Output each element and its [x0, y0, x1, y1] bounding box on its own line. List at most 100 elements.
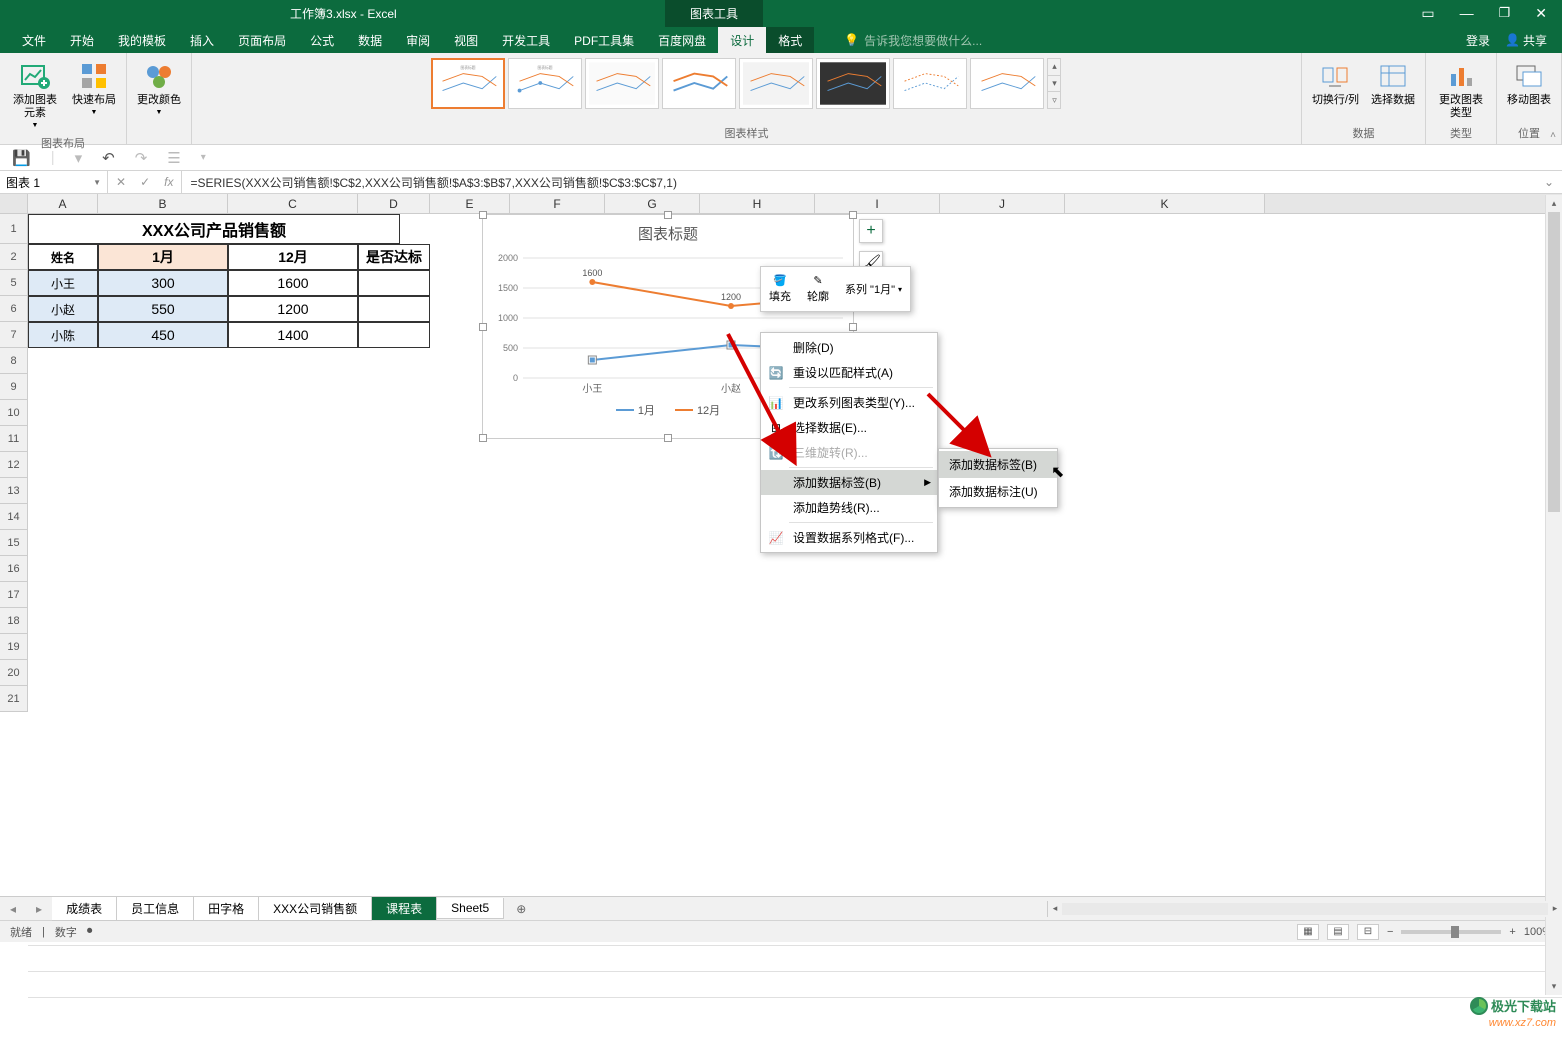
cm-format-series[interactable]: 📈设置数据系列格式(F)... [761, 525, 937, 550]
close-button[interactable]: ✕ [1535, 5, 1547, 22]
zoom-in-button[interactable]: + [1509, 926, 1515, 938]
change-colors-button[interactable]: 更改颜色▼ [133, 58, 185, 120]
tell-me-search[interactable]: 💡告诉我您想要做什么... [844, 27, 982, 53]
name-box[interactable]: 图表 1 ▼ [0, 171, 108, 193]
chart-style-6[interactable] [816, 58, 890, 109]
row-header[interactable]: 19 [0, 634, 28, 660]
cm-select-data[interactable]: ⊞选择数据(E)... [761, 415, 937, 440]
chart-style-7[interactable] [893, 58, 967, 109]
row-header[interactable]: 9 [0, 374, 28, 400]
collapse-ribbon-button[interactable]: ˄ [1550, 130, 1556, 141]
insert-function-icon[interactable]: fx [164, 175, 173, 189]
sheet-tab-scores[interactable]: 成绩表 [52, 897, 117, 921]
column-header[interactable]: B [98, 194, 228, 213]
page-break-view-button[interactable]: ⊟ [1357, 924, 1379, 940]
tab-pdftools[interactable]: PDF工具集 [562, 27, 646, 53]
tab-chart-format[interactable]: 格式 [766, 27, 814, 53]
sheet-tab-courses[interactable]: 课程表 [372, 897, 437, 920]
mini-fill-button[interactable]: 🪣填充 [761, 272, 799, 306]
name-box-dropdown-icon[interactable]: ▼ [93, 178, 101, 187]
row-header[interactable]: 11 [0, 426, 28, 452]
tab-baidudisk[interactable]: 百度网盘 [646, 27, 718, 53]
add-sheet-button[interactable]: ⊕ [504, 902, 538, 916]
sheet-tab-sheet5[interactable]: Sheet5 [437, 898, 504, 919]
horizontal-scrollbar[interactable]: ◂ ▸ [1047, 901, 1562, 917]
formula-cancel-icon[interactable]: ✕ [116, 175, 126, 189]
spreadsheet-grid[interactable]: ABCDEFGHIJK 1256789101112131415161718192… [0, 194, 1562, 896]
restore-button[interactable]: ❐ [1499, 5, 1511, 22]
ribbon-options-icon[interactable]: ▭ [1421, 5, 1434, 22]
formula-confirm-icon[interactable]: ✓ [140, 175, 150, 189]
scroll-up-icon[interactable]: ▴ [1546, 195, 1562, 212]
tab-developer[interactable]: 开发工具 [490, 27, 562, 53]
cell-achieved[interactable] [358, 296, 430, 322]
cm-reset-style[interactable]: 🔄重设以匹配样式(A) [761, 360, 937, 385]
tab-file[interactable]: 文件 [10, 27, 58, 53]
row-header[interactable]: 14 [0, 504, 28, 530]
switch-row-col-button[interactable]: 切换行/列 [1308, 58, 1363, 109]
cell-m1[interactable]: 550 [98, 296, 228, 322]
column-header[interactable]: C [228, 194, 358, 213]
chart-style-2[interactable]: 图表标题 [508, 58, 582, 109]
row-header[interactable]: 5 [0, 270, 28, 296]
cm-change-series-type[interactable]: 📊更改系列图表类型(Y)... [761, 390, 937, 415]
formula-bar-expand-icon[interactable]: ⌄ [1536, 175, 1562, 189]
row-header[interactable]: 17 [0, 582, 28, 608]
hscroll-left-icon[interactable]: ◂ [1048, 901, 1062, 917]
row-header[interactable]: 16 [0, 556, 28, 582]
cm-delete[interactable]: 删除(D) [761, 335, 937, 360]
cell-name[interactable]: 小陈 [28, 322, 98, 348]
sheet-tab-employees[interactable]: 员工信息 [117, 897, 194, 921]
row-header[interactable]: 7 [0, 322, 28, 348]
row-header[interactable]: 20 [0, 660, 28, 686]
table-title[interactable]: XXX公司产品销售额 [28, 214, 400, 244]
zoom-slider[interactable] [1401, 930, 1501, 934]
sheet-nav-prev[interactable]: ◂ [0, 902, 26, 916]
zoom-out-button[interactable]: − [1387, 926, 1393, 938]
sm-add-data-callouts[interactable]: 添加数据标注(U) [939, 478, 1057, 505]
column-header[interactable]: J [940, 194, 1065, 213]
cell-m1[interactable]: 300 [98, 270, 228, 296]
column-header[interactable]: G [605, 194, 700, 213]
chart-style-8[interactable] [970, 58, 1044, 109]
tab-chart-design[interactable]: 设计 [718, 27, 766, 53]
scroll-thumb[interactable] [1548, 212, 1560, 512]
cm-add-trendline[interactable]: 添加趋势线(R)... [761, 495, 937, 520]
column-header[interactable]: D [358, 194, 430, 213]
cell-achieved[interactable] [358, 322, 430, 348]
mini-outline-button[interactable]: ✎轮廓 [799, 272, 837, 306]
row-header[interactable]: 6 [0, 296, 28, 322]
gallery-down-button[interactable]: ▾ [1048, 76, 1060, 93]
change-chart-type-button[interactable]: 更改图表类型 [1432, 58, 1490, 122]
header-month1[interactable]: 1月 [98, 244, 228, 270]
column-header[interactable]: H [700, 194, 815, 213]
sheet-nav-next[interactable]: ▸ [26, 902, 52, 916]
qat-touch-mode-icon[interactable]: ☰ [167, 149, 180, 167]
tab-data[interactable]: 数据 [346, 27, 394, 53]
cell-achieved[interactable] [358, 270, 430, 296]
chart-title[interactable]: 图表标题 [483, 215, 853, 248]
header-achieved[interactable]: 是否达标 [358, 244, 430, 270]
row-header[interactable]: 13 [0, 478, 28, 504]
chart-elements-button[interactable]: + [859, 219, 883, 243]
scroll-down-icon[interactable]: ▾ [1546, 978, 1562, 995]
quick-layout-button[interactable]: 快速布局▼ [68, 58, 120, 120]
redo-icon[interactable]: ↷ [135, 149, 148, 167]
column-header[interactable]: E [430, 194, 510, 213]
select-data-button[interactable]: 选择数据 [1367, 58, 1419, 109]
header-month12[interactable]: 12月 [228, 244, 358, 270]
chart-style-1[interactable]: 图表标题 [431, 58, 505, 109]
add-chart-element-button[interactable]: 添加图表元素▼ [6, 58, 64, 133]
tab-insert[interactable]: 插入 [178, 27, 226, 53]
tab-view[interactable]: 视图 [442, 27, 490, 53]
chart-style-5[interactable] [739, 58, 813, 109]
row-header[interactable]: 10 [0, 400, 28, 426]
row-header[interactable]: 12 [0, 452, 28, 478]
sheet-tab-grid[interactable]: 田字格 [194, 897, 259, 921]
move-chart-button[interactable]: 移动图表 [1503, 58, 1555, 109]
row-header[interactable]: 15 [0, 530, 28, 556]
row-header[interactable]: 21 [0, 686, 28, 712]
cell-name[interactable]: 小赵 [28, 296, 98, 322]
login-link[interactable]: 登录 [1466, 32, 1490, 49]
cell-m1[interactable]: 450 [98, 322, 228, 348]
